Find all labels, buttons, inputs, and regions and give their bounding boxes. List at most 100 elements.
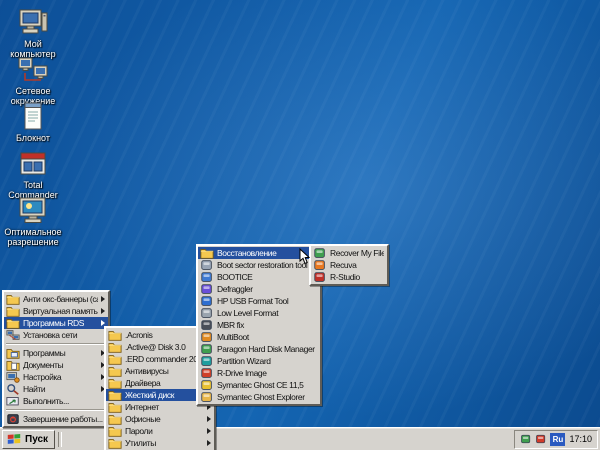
menu-separator	[6, 409, 106, 411]
menu-item[interactable]: R-Studio	[311, 271, 387, 283]
menu-item[interactable]: Recuva	[311, 259, 387, 271]
submenu-arrow-icon	[207, 416, 211, 422]
low-level-format-icon	[200, 307, 214, 319]
menu-item[interactable]: Выполнить...	[4, 395, 108, 407]
recovery-submenu: Recover My FilesRecuva R-Studio	[309, 244, 389, 286]
display-icon	[17, 194, 49, 226]
desktop: Мой компьютерСетевое окружение Блокнот Tot…	[0, 0, 600, 450]
desktop-icon-2[interactable]: Сетевое окружение	[4, 53, 62, 106]
menu-item-label: Boot sector restoration tool	[217, 260, 317, 270]
recuva-icon	[313, 259, 327, 271]
desktop-icon-3[interactable]: Блокнот	[4, 100, 62, 143]
menu-item[interactable]: Symantec Ghost CE 11,5	[198, 379, 320, 391]
multiboot-icon	[200, 331, 214, 343]
menu-item[interactable]: Настройка	[4, 371, 108, 383]
folder-icon	[200, 247, 214, 259]
menu-item-label: Восстановление	[217, 248, 310, 258]
defraggler-icon	[200, 283, 214, 295]
menu-item[interactable]: Boot sector restoration tool	[198, 259, 320, 271]
menu-item-label: Документы	[23, 360, 98, 370]
menu-item[interactable]: Defraggler	[198, 283, 320, 295]
menu-item-label: Жесткий диск	[125, 390, 204, 400]
menu-item-label: Установка сети	[23, 330, 105, 340]
desktop-icon-label: Блокнот	[4, 133, 62, 143]
menu-item[interactable]: MultiBoot	[198, 331, 320, 343]
menu-item[interactable]: Пароли	[106, 425, 214, 437]
folder-icon	[108, 365, 122, 377]
recover-my-files-icon	[313, 247, 327, 259]
folder-icon	[108, 437, 122, 449]
menu-item-label: Recuva	[330, 260, 384, 270]
menu-item-label: Интернет	[125, 402, 204, 412]
menu-item-label: Анти окс-баннеры (сайты)	[23, 294, 98, 304]
menu-item[interactable]: Восстановление	[198, 247, 320, 259]
menu-item[interactable]: Офисные	[106, 413, 214, 425]
folder-icon	[108, 401, 122, 413]
start-button-label: Пуск	[25, 434, 48, 445]
menu-item-label: MultiBoot	[217, 332, 317, 342]
folder-icon	[108, 389, 122, 401]
menu-item[interactable]: Symantec Ghost Explorer	[198, 391, 320, 403]
menu-item[interactable]: Найти	[4, 383, 108, 395]
menu-item-label: R-Studio	[330, 272, 384, 282]
menu-item[interactable]: Завершение работы...	[4, 413, 108, 425]
mbr-fix-icon	[200, 319, 214, 331]
menu-item[interactable]: Low Level Format	[198, 307, 320, 319]
menu-item-label: .Acronis	[125, 330, 204, 340]
start-button[interactable]: Пуск	[2, 430, 55, 449]
tray-app-icon-2[interactable]	[535, 433, 547, 445]
boot-sector-tool-icon	[200, 259, 214, 271]
menu-item[interactable]: Утилиты	[106, 437, 214, 449]
menu-item[interactable]: MBR fix	[198, 319, 320, 331]
menu-item[interactable]: Recover My Files	[311, 247, 387, 259]
menu-item-label: Defraggler	[217, 284, 317, 294]
folder-icon	[108, 341, 122, 353]
programs-icon	[6, 347, 20, 359]
run-icon	[6, 395, 20, 407]
menu-item-label: R-Drive Image	[217, 368, 317, 378]
menu-item[interactable]: Документы	[4, 359, 108, 371]
menu-item-label: MBR fix	[217, 320, 317, 330]
desktop-icon-5[interactable]: Оптимальное разрешение	[4, 194, 62, 247]
menu-item-label: Настройка	[23, 372, 98, 382]
menu-item[interactable]: Paragon Hard Disk Manager	[198, 343, 320, 355]
bootice-icon	[200, 271, 214, 283]
shutdown-icon	[6, 413, 20, 425]
taskbar: Пуск Ru 17:10	[0, 427, 600, 450]
submenu-arrow-icon	[101, 296, 105, 302]
menu-item-label: Найти	[23, 384, 98, 394]
menu-item[interactable]: Partition Wizard	[198, 355, 320, 367]
menu-separator	[6, 343, 106, 345]
partition-wizard-icon	[200, 355, 214, 367]
folder-icon	[6, 317, 20, 329]
menu-item[interactable]: BOOTICE	[198, 271, 320, 283]
tray-app-icon-1[interactable]	[520, 433, 532, 445]
menu-item-label: Partition Wizard	[217, 356, 317, 366]
submenu-arrow-icon	[207, 428, 211, 434]
menu-item-label: Symantec Ghost CE 11,5	[217, 380, 317, 390]
menu-item-label: Антивирусы	[125, 366, 204, 376]
menu-item[interactable]: Программы RDS	[4, 317, 108, 329]
menu-item[interactable]: R-Drive Image	[198, 367, 320, 379]
network-setup-icon	[6, 329, 20, 341]
menu-item[interactable]: Анти окс-баннеры (сайты)	[4, 293, 108, 305]
folder-icon	[108, 377, 122, 389]
system-tray: Ru 17:10	[514, 430, 598, 449]
total-commander-icon	[17, 147, 49, 179]
desktop-icon-1[interactable]: Мой компьютер	[4, 6, 62, 59]
menu-item[interactable]: HP USB Format Tool	[198, 295, 320, 307]
desktop-icon-4[interactable]: Total Commander	[4, 147, 62, 200]
menu-item[interactable]: Виртуальная память	[4, 305, 108, 317]
menu-item[interactable]: Программы	[4, 347, 108, 359]
r-drive-image-icon	[200, 367, 214, 379]
notepad-icon	[17, 100, 49, 132]
menu-item[interactable]: Установка сети	[4, 329, 108, 341]
menu-item-label: .Active@ Disk 3.0	[125, 342, 204, 352]
paragon-hdm-icon	[200, 343, 214, 355]
submenu-arrow-icon	[101, 308, 105, 314]
submenu-arrow-icon	[207, 440, 211, 446]
find-icon	[6, 383, 20, 395]
folder-icon	[108, 329, 122, 341]
menu-item-label: Утилиты	[125, 438, 204, 448]
keyboard-layout-indicator[interactable]: Ru	[550, 433, 565, 446]
